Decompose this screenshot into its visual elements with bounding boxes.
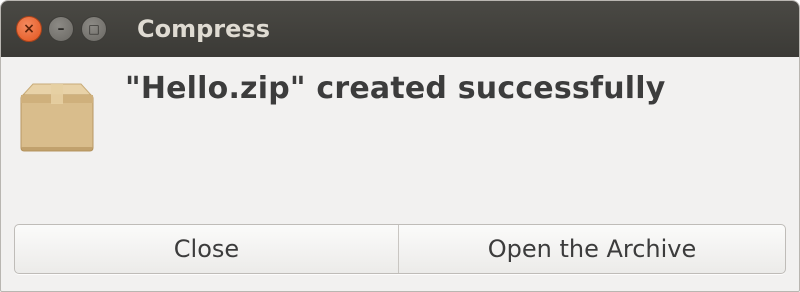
close-icon: × — [23, 21, 35, 37]
window-title: Compress — [137, 15, 270, 43]
open-archive-button[interactable]: Open the Archive — [399, 225, 785, 273]
maximize-icon: □ — [88, 22, 100, 36]
window-minimize-button[interactable]: – — [48, 16, 74, 42]
window-maximize-button[interactable]: □ — [81, 16, 107, 42]
archive-box-icon — [20, 83, 94, 152]
close-button[interactable]: Close — [15, 225, 399, 273]
dialog-button-group: Close Open the Archive — [14, 224, 786, 274]
success-message: "Hello.zip" created successfully — [125, 71, 666, 106]
window-close-button[interactable]: × — [16, 16, 42, 42]
minimize-icon: – — [57, 21, 65, 37]
title-bar[interactable]: × – □ Compress — [1, 1, 799, 57]
compress-dialog-window: × – □ Compress "Hello.zip" created succe… — [0, 0, 800, 292]
